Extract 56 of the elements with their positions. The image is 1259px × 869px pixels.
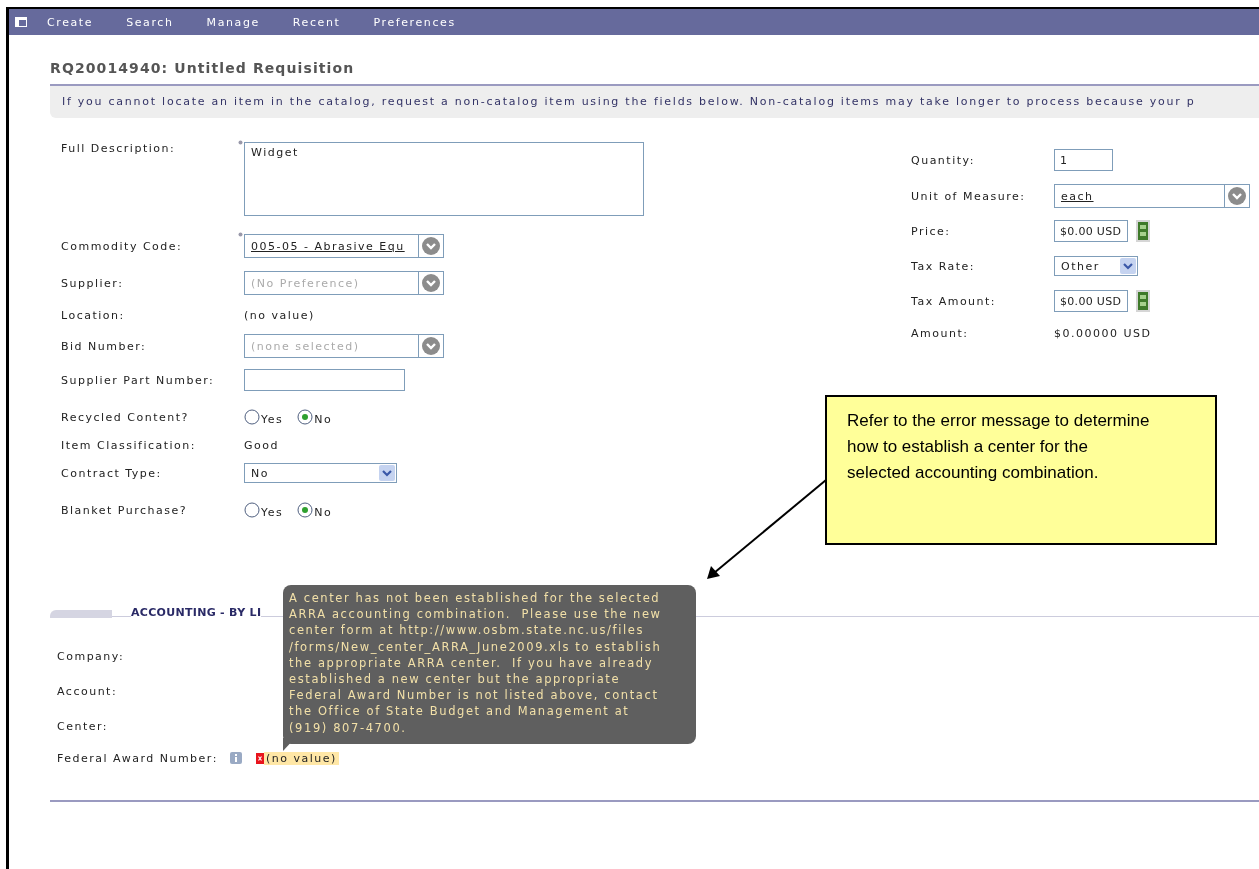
info-banner: If you cannot locate an item in the catalog, request a non-catalog item using the fields below. Non-catalog items may take longer to process because your p: [50, 84, 1259, 118]
app-menu-icon[interactable]: [15, 17, 27, 27]
field-label: Tax Rate:: [911, 259, 977, 273]
error-icon[interactable]: [255, 752, 264, 764]
field-label: Price:: [911, 224, 952, 238]
info-icon[interactable]: [229, 752, 242, 764]
field-label: Account:: [57, 685, 118, 698]
field-value: (no value): [263, 751, 339, 765]
field-label: Bid Number:: [61, 339, 148, 353]
field-label: Full Description:: [61, 142, 177, 155]
calculator-icon[interactable]: [1136, 290, 1150, 312]
amount-field[interactable]: $0.00 USD: [1054, 220, 1128, 242]
dropdown-icon[interactable]: [418, 235, 443, 257]
field-label: Supplier Part Number:: [61, 373, 216, 387]
field-label: Contract Type:: [61, 466, 163, 480]
nav-menu-item[interactable]: Manage: [194, 15, 272, 29]
field-label: Unit of Measure:: [911, 189, 1027, 203]
error-tooltip: A center has not been established for the selected ARRA accounting combination. Please use the new center form at http://www.osbm.state.nc.us/files /forms/New_center_ARRA_June2009.xls to establish the appropriate ARRA center. If you have already established a new center but the appropriate Federal Award Number is not listed above, contact the Office of State Budget and Management at (919) 807-4700.: [283, 585, 696, 744]
field-label: Quantity:: [911, 153, 976, 167]
field-label: Federal Award Number:: [57, 751, 218, 765]
select-field[interactable]: No: [244, 463, 397, 483]
dropdown-icon[interactable]: [418, 272, 443, 294]
field-label: Tax Amount:: [911, 294, 998, 308]
field-label: Blanket Purchase?: [61, 503, 189, 517]
field-value: Good: [244, 438, 279, 452]
field-label: Center:: [57, 720, 109, 733]
radio-option[interactable]: No: [297, 409, 333, 425]
text-field[interactable]: [244, 369, 405, 391]
field-value: (no value): [244, 308, 315, 322]
calculator-icon[interactable]: [1136, 220, 1150, 242]
dropdown-icon[interactable]: [418, 335, 443, 357]
combo-field[interactable]: each: [1054, 184, 1250, 208]
field-label: Recycled Content?: [61, 410, 190, 424]
description-field[interactable]: Widget: [244, 142, 644, 216]
section-heading: ACCOUNTING - BY LI: [131, 606, 262, 619]
field-label: Amount:: [911, 326, 970, 340]
radio-option[interactable]: Yes: [244, 409, 284, 425]
amount-field[interactable]: $0.00 USD: [1054, 290, 1128, 312]
radio-option[interactable]: No: [297, 502, 333, 518]
field-label: Company:: [57, 650, 125, 663]
nav-menu-item[interactable]: Search: [114, 15, 186, 29]
text-field[interactable]: 1: [1054, 149, 1113, 171]
callout-note: Refer to the error message to determine how to establish a center for the selected accounting combination.: [825, 395, 1217, 545]
nav-menu-item[interactable]: Create: [35, 15, 106, 29]
field-label: Location:: [61, 308, 126, 322]
select-field[interactable]: Other: [1054, 256, 1138, 276]
dropdown-icon[interactable]: [1224, 185, 1249, 207]
field-label: Item Classification:: [61, 438, 198, 452]
nav-menu-item[interactable]: Recent: [280, 15, 353, 29]
page-title: RQ20014940: Untitled Requisition: [50, 60, 356, 78]
field-value: $0.00000 USD: [1054, 326, 1152, 340]
radio-option[interactable]: Yes: [244, 502, 284, 518]
nav-menu-item[interactable]: Preferences: [361, 15, 468, 29]
field-label: Supplier:: [61, 276, 125, 290]
combo-field[interactable]: 005-05 - Abrasive Equ: [244, 234, 444, 258]
field-label: Commodity Code:: [61, 239, 184, 253]
